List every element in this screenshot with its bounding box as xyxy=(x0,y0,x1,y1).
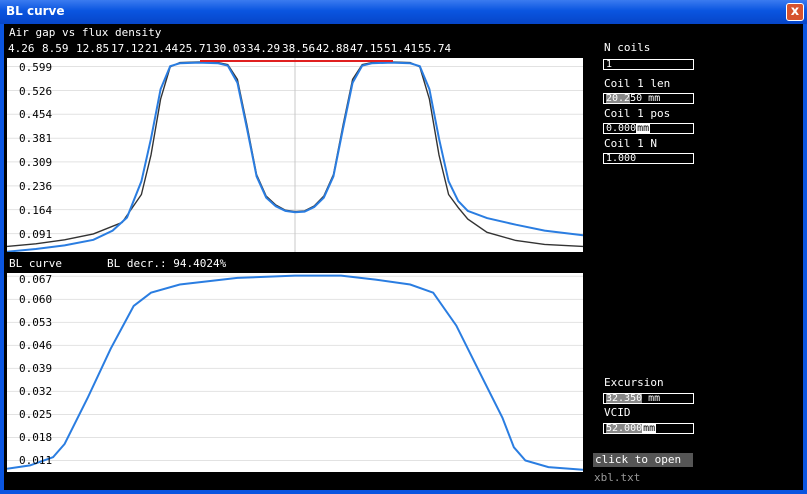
bottom-y-tick-1: 0.060 xyxy=(19,293,53,306)
bl-decrease-label: BL decr.: 94.4024% xyxy=(107,257,227,270)
top-x-tick-3: 17.12 xyxy=(111,42,145,55)
top-x-tick-4: 21.44 xyxy=(145,42,179,55)
bottom-y-tick-5: 0.032 xyxy=(19,385,53,398)
top-y-tick-4: 0.309 xyxy=(19,156,53,169)
bottom-y-tick-4: 0.039 xyxy=(19,362,53,375)
top-y-tick-5: 0.236 xyxy=(19,180,53,193)
vcid-unit: mm xyxy=(642,423,657,434)
coil1-n-field[interactable]: 1.000 xyxy=(603,153,694,164)
coil1-pos-field[interactable]: 0.000mm xyxy=(603,123,694,134)
top-x-tick-0: 4.26 xyxy=(8,42,35,55)
top-x-tick-8: 38.56 xyxy=(282,42,316,55)
coil1-pos-label: Coil 1 pos xyxy=(604,107,671,120)
n-coils-value: 1 xyxy=(606,59,613,70)
bottom-y-tick-7: 0.018 xyxy=(19,431,53,444)
bottom-plot-area[interactable] xyxy=(7,273,583,472)
coil1-pos-unit: mm xyxy=(636,123,651,134)
excursion-selected: 32.350 xyxy=(606,393,643,404)
close-button[interactable]: x xyxy=(786,3,804,21)
top-x-tick-12: 55.74 xyxy=(418,42,452,55)
vcid-label: VCID xyxy=(604,406,631,419)
top-x-tick-7: 34.29 xyxy=(247,42,281,55)
top-y-tick-0: 0.599 xyxy=(19,61,53,74)
coil1-len-label: Coil 1 len xyxy=(604,77,671,90)
filename-label: xbl.txt xyxy=(594,471,641,484)
n-coils-field[interactable]: 1 xyxy=(603,59,694,70)
coil1-len-unit: mm xyxy=(648,93,661,104)
top-x-tick-10: 47.15 xyxy=(350,42,384,55)
excursion-label: Excursion xyxy=(604,376,664,389)
top-y-tick-1: 0.526 xyxy=(19,85,53,98)
coil1-len-selected: 20.2 xyxy=(606,93,631,104)
bottom-y-tick-3: 0.046 xyxy=(19,339,53,352)
top-x-tick-11: 51.41 xyxy=(384,42,418,55)
bottom-y-tick-6: 0.025 xyxy=(19,408,53,421)
coil1-pos-value: 0.000 xyxy=(606,123,637,134)
bottom-y-tick-0: 0.067 xyxy=(19,273,53,286)
excursion-unit: mm xyxy=(648,393,661,404)
top-y-tick-3: 0.381 xyxy=(19,132,53,145)
coil1-n-label: Coil 1 N xyxy=(604,137,657,150)
top-x-tick-2: 12.85 xyxy=(76,42,110,55)
title-bar[interactable]: BL curve x xyxy=(0,0,807,24)
open-file-button[interactable]: click to open xyxy=(593,453,693,467)
bottom-series-0 xyxy=(7,274,583,471)
top-x-tick-1: 8.59 xyxy=(42,42,69,55)
top-x-tick-9: 42.88 xyxy=(316,42,350,55)
top-y-tick-7: 0.091 xyxy=(19,228,53,241)
vcid-field[interactable]: 52.000mm xyxy=(603,423,694,434)
top-x-tick-5: 25.71 xyxy=(179,42,213,55)
bottom-plot-svg xyxy=(7,274,583,471)
air-gap-range-marker xyxy=(200,60,393,62)
bottom-y-tick-8: 0.011 xyxy=(19,454,53,467)
excursion-field[interactable]: 32.350 mm xyxy=(603,393,694,404)
bottom-plot-title: BL curve xyxy=(9,257,62,270)
n-coils-label: N coils xyxy=(604,41,651,54)
top-plot-title: Air gap vs flux density xyxy=(9,26,162,39)
coil1-len-field[interactable]: 20.250 mm xyxy=(603,93,694,104)
top-y-tick-6: 0.164 xyxy=(19,204,53,217)
bottom-y-tick-2: 0.053 xyxy=(19,316,53,329)
top-plot-area[interactable] xyxy=(7,58,583,252)
top-plot-svg xyxy=(7,58,583,252)
coil1-n-value: 1.000 xyxy=(606,153,637,164)
top-x-tick-6: 30.03 xyxy=(213,42,247,55)
window-title: BL curve xyxy=(6,4,65,18)
vcid-selected: 52.000 xyxy=(606,423,643,434)
coil1-len-rest: 50 xyxy=(630,93,643,104)
top-y-tick-2: 0.454 xyxy=(19,108,53,121)
